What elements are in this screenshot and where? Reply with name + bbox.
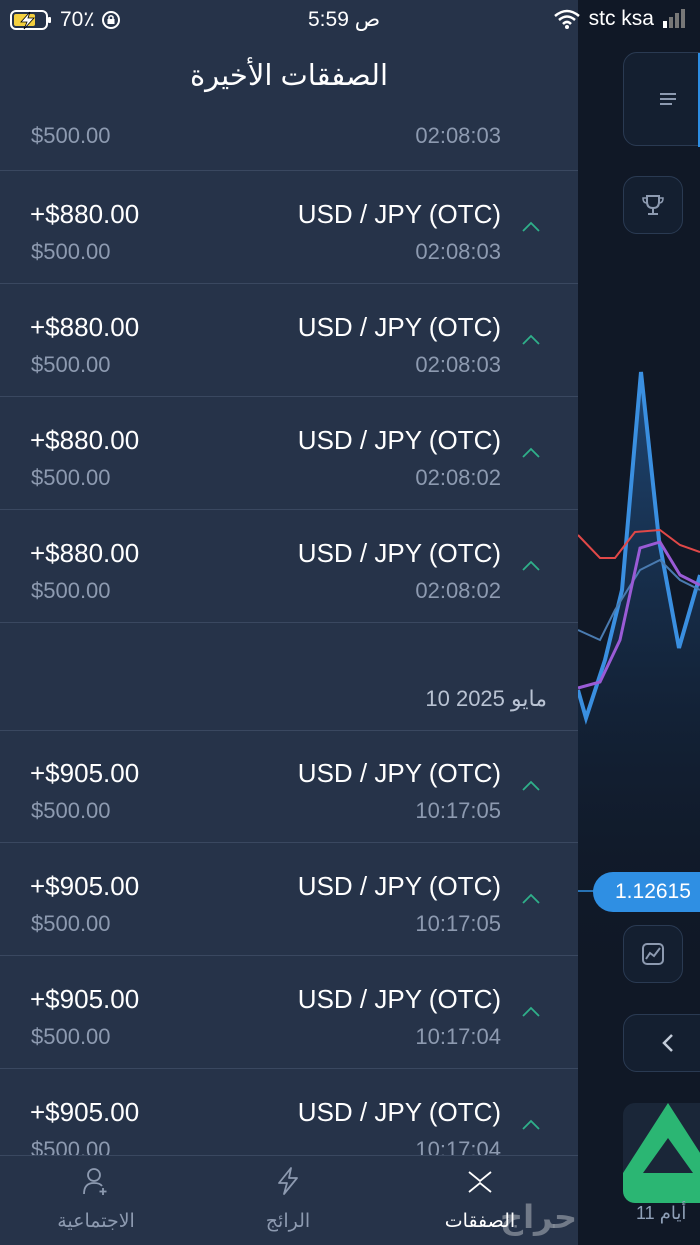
trade-time: 02:08:03: [415, 123, 501, 148]
watermark-logo: حراج: [500, 1199, 577, 1235]
chevron-up-icon[interactable]: [520, 558, 542, 572]
price-label: 1.12615: [615, 880, 691, 903]
chart-indicator-icon: [642, 943, 664, 965]
chevron-up-icon[interactable]: [520, 891, 542, 905]
trade-pair: USD / JPY (OTC): [297, 984, 501, 1014]
chevron-left-icon: [662, 1034, 673, 1052]
trade-stake: $500.00: [31, 798, 111, 823]
bottom-nav: الاجتماعية الرائج الصفقات: [0, 1155, 578, 1245]
trophy-button[interactable]: [623, 176, 683, 234]
trade-time: 10:17:05: [415, 911, 501, 936]
trade-pair: USD / JPY (OTC): [297, 871, 501, 901]
trade-time: 02:08:02: [415, 578, 501, 603]
trade-time: 02:08:03: [415, 239, 501, 264]
date-header: 10 مايو 2025: [425, 686, 547, 711]
chart-menu-button[interactable]: [623, 52, 700, 147]
trades-icon: [468, 1171, 492, 1193]
nav-trending-label: الرائج: [265, 1211, 311, 1232]
buy-button[interactable]: [623, 1103, 700, 1203]
trade-stake: $500.00: [31, 239, 111, 264]
clock: 5:59 ص: [308, 8, 381, 31]
trade-stake: $500.00: [31, 352, 111, 377]
trade-row[interactable]: +$905.00 $500.00 USD / JPY (OTC) 10:17:0…: [0, 730, 578, 843]
wifi-icon: [553, 9, 580, 29]
trade-pair: USD / JPY (OTC): [297, 425, 501, 455]
collapse-button[interactable]: [623, 1014, 700, 1072]
trade-time: 02:08:02: [415, 465, 501, 490]
trade-stake: $500.00: [31, 578, 111, 603]
trophy-icon: [642, 195, 664, 215]
trade-pair: USD / JPY (OTC): [297, 758, 501, 788]
trades-panel: الصفقات الأخيرة $500.00 02:08:03 +$880.0…: [0, 0, 578, 1245]
trade-stake: $500.00: [31, 123, 111, 148]
trade-time: 02:08:03: [415, 352, 501, 377]
trade-profit: +$880.00: [30, 425, 140, 455]
trade-row[interactable]: $500.00 02:08:03: [0, 58, 578, 171]
trade-row[interactable]: +$880.00 $500.00 USD / JPY (OTC) 02:08:0…: [0, 171, 578, 284]
trade-profit: +$905.00: [30, 871, 140, 901]
nav-social[interactable]: الاجتماعية: [21, 1156, 171, 1245]
trade-row[interactable]: +$880.00 $500.00 USD / JPY (OTC) 02:08:0…: [0, 510, 578, 623]
battery-charging-icon: [10, 9, 51, 30]
trade-pair: USD / JPY (OTC): [297, 1097, 501, 1127]
trade-profit: +$905.00: [30, 1097, 140, 1127]
current-price-tag: 1.12615: [593, 872, 700, 912]
trade-stake: $500.00: [31, 911, 111, 936]
trade-pair: USD / JPY (OTC): [297, 199, 501, 229]
duration-label: 11 أيام: [636, 1203, 687, 1223]
trade-profit: +$880.00: [30, 538, 140, 568]
nav-trending[interactable]: الرائج: [213, 1156, 363, 1245]
trade-pair: USD / JPY (OTC): [297, 312, 501, 342]
battery-percent: 70٪: [60, 8, 95, 31]
chevron-up-icon[interactable]: [520, 1004, 542, 1018]
trade-stake: $500.00: [31, 1024, 111, 1049]
trade-profit: +$905.00: [30, 758, 140, 788]
menu-icon: [660, 93, 676, 105]
trade-profit: +$880.00: [30, 199, 140, 229]
trade-time: 10:17:05: [415, 798, 501, 823]
chevron-up-icon[interactable]: [520, 445, 542, 459]
trade-row[interactable]: +$905.00 $500.00 USD / JPY (OTC) 10:17:0…: [0, 956, 578, 1069]
chevron-up-icon[interactable]: [520, 219, 542, 233]
trade-profit: +$880.00: [30, 312, 140, 342]
add-user-icon: [83, 1168, 107, 1195]
trade-row[interactable]: +$880.00 $500.00 USD / JPY (OTC) 02:08:0…: [0, 284, 578, 397]
carrier-name: stc ksa: [588, 7, 654, 30]
trade-row[interactable]: +$905.00 $500.00 USD / JPY (OTC) 10:17:0…: [0, 843, 578, 956]
trade-time: 10:17:04: [415, 1024, 501, 1049]
trade-row[interactable]: +$880.00 $500.00 USD / JPY (OTC) 02:08:0…: [0, 397, 578, 510]
nav-social-label: الاجتماعية: [57, 1211, 135, 1232]
trade-pair: USD / JPY (OTC): [297, 538, 501, 568]
chevron-up-icon[interactable]: [520, 778, 542, 792]
signal-icon: [663, 9, 685, 28]
lightning-icon: [278, 1167, 298, 1195]
chevron-up-icon[interactable]: [520, 332, 542, 346]
arrow-up-icon: [623, 1103, 700, 1203]
rotation-lock-icon: [101, 10, 120, 29]
status-bar: 70٪ 5:59 ص stc ksa: [0, 0, 700, 40]
trade-profit: +$905.00: [30, 984, 140, 1014]
trade-stake: $500.00: [31, 465, 111, 490]
chevron-up-icon[interactable]: [520, 1117, 542, 1131]
indicators-button[interactable]: [623, 925, 683, 983]
